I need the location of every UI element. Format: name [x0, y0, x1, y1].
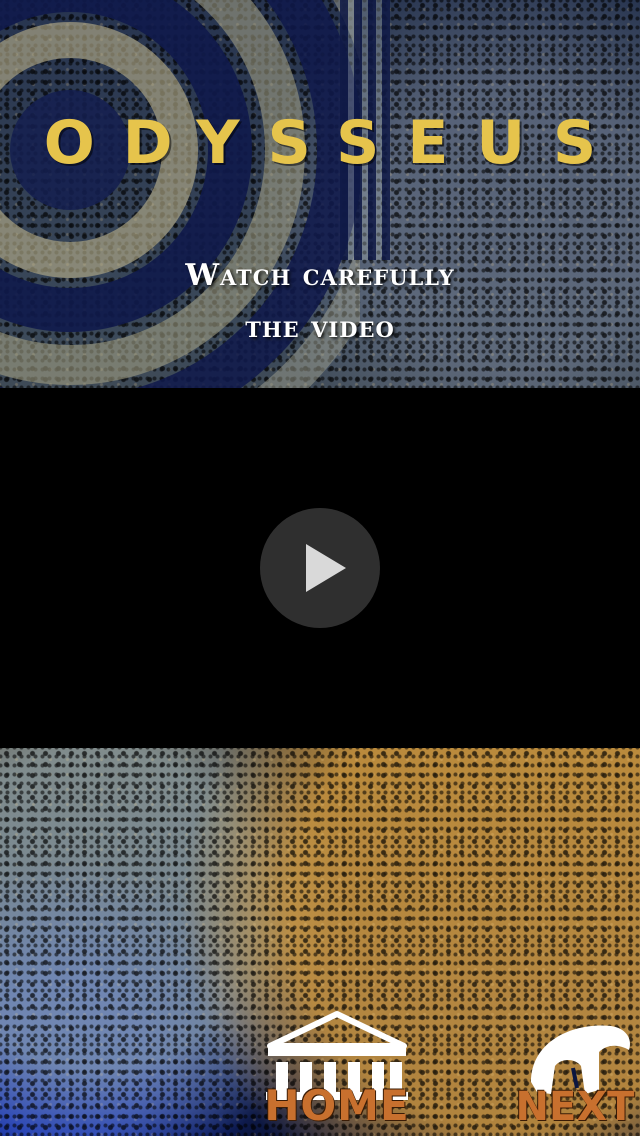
home-label: HOME	[264, 1081, 410, 1130]
instruction-line-1: Watch carefully	[185, 258, 455, 293]
next-label: NEXT	[515, 1084, 635, 1130]
app-title: ODYSSEUS	[43, 108, 625, 178]
concentric-rings-decoration	[0, 0, 360, 420]
play-button[interactable]	[260, 508, 380, 628]
instruction-line-2: the video	[245, 310, 395, 345]
next-button[interactable]: NEXT	[515, 1020, 635, 1136]
screen: ODYSSEUS Watch carefully the video HOME …	[0, 0, 640, 1136]
video-player[interactable]	[0, 388, 640, 748]
home-button[interactable]: HOME	[262, 1010, 412, 1136]
play-icon	[306, 544, 346, 592]
